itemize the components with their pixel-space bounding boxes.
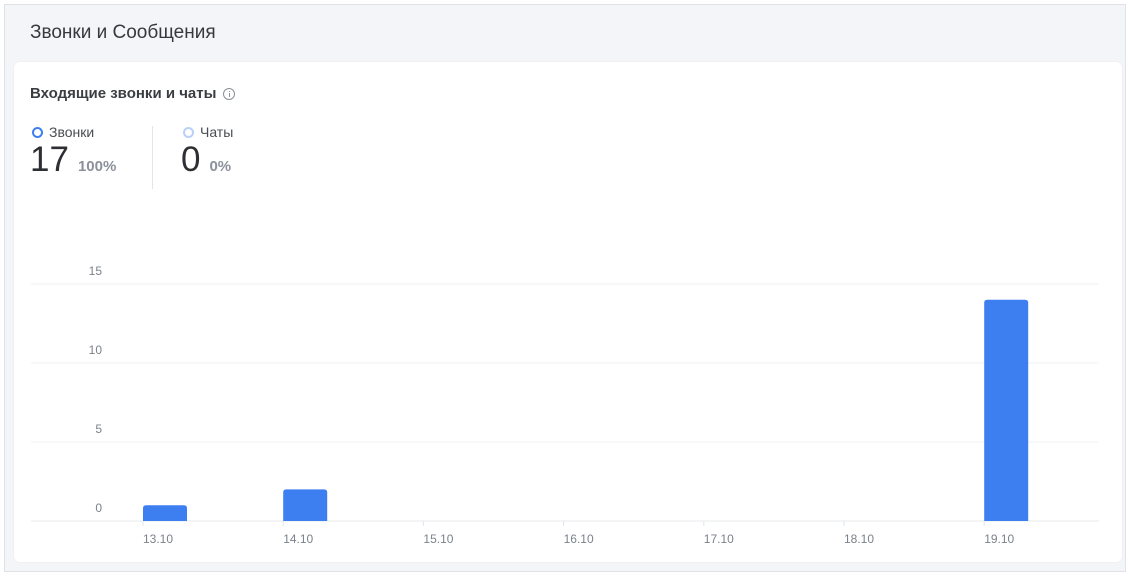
bar-13.10[interactable] [143,505,187,521]
y-tick-label: 5 [95,422,102,436]
x-tick-label: 18.10 [844,532,874,546]
bar-chart: 0 5 10 15 13.10 14.10 15.10 16.10 17.10 18.10 19.1… [31,264,1099,546]
x-tick-label: 17.10 [704,532,734,546]
x-tick-label: 19.10 [984,532,1014,546]
y-tick-label: 0 [95,501,102,515]
x-tick-label: 16.10 [564,532,594,546]
calls-messages-section: Звонки и Сообщения Входящие звонки и чат… [4,4,1126,572]
bar-19.10[interactable] [984,299,1029,521]
x-tick-label: 14.10 [283,532,313,546]
x-tick-label: 15.10 [423,532,453,546]
section-title: Звонки и Сообщения [30,22,216,43]
y-tick-label: 10 [89,343,103,357]
x-tick-label: 13.10 [143,532,173,546]
incoming-calls-chats-card: Входящие звонки и чаты Звонки 17 100% Ча… [14,62,1122,562]
bar-14.10[interactable] [283,489,328,521]
y-tick-label: 15 [89,264,103,278]
